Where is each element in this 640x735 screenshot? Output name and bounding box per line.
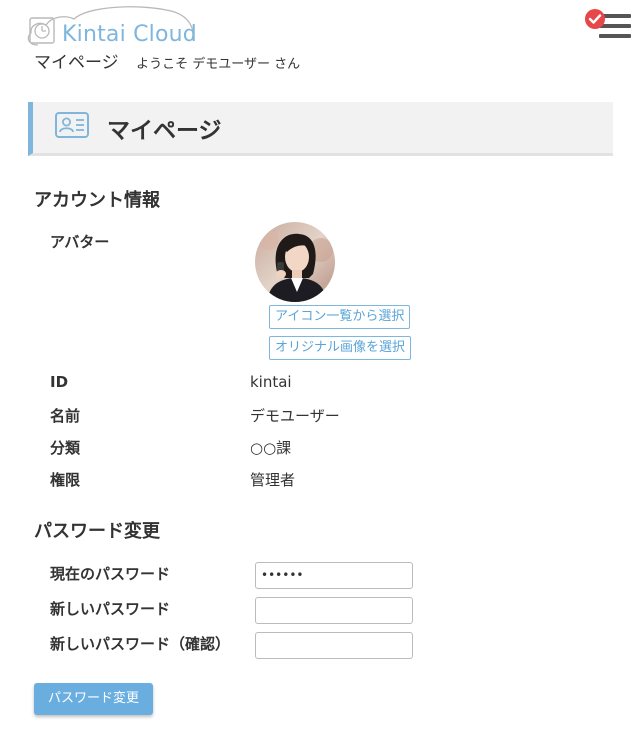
select-original-image-button[interactable]: オリジナル画像を選択 (269, 336, 412, 360)
name-value: デモユーザー (250, 407, 340, 425)
change-password-button[interactable]: パスワード変更 (34, 683, 153, 715)
avatar-label: アバター (50, 233, 110, 251)
id-card-icon (55, 112, 89, 138)
name-label: 名前 (50, 407, 81, 425)
menu-bar (599, 34, 631, 38)
permission-value: 管理者 (250, 471, 296, 489)
breadcrumb-page-name: マイページ (34, 53, 119, 73)
logo-text: Kintai Cloud (62, 22, 197, 47)
permission-label: 権限 (50, 471, 81, 489)
subheader: マイページ ようこそ デモユーザー さん (34, 48, 300, 73)
account-section-title: アカウント情報 (34, 190, 160, 211)
id-value: kintai (250, 373, 292, 391)
check-badge-icon[interactable] (584, 8, 606, 30)
page-title-bar: マイページ (28, 102, 613, 156)
app-logo[interactable]: Kintai Cloud (26, 4, 198, 48)
category-label: 分類 (50, 439, 81, 457)
avatar (255, 222, 335, 302)
current-password-input[interactable]: •••••• (255, 562, 413, 589)
select-icon-button[interactable]: アイコン一覧から選択 (269, 305, 411, 329)
page-title: マイページ (107, 118, 222, 144)
category-value: ○○課 (250, 439, 292, 457)
id-label: ID (50, 373, 69, 391)
new-password-label: 新しいパスワード (50, 600, 171, 618)
current-password-label: 現在のパスワード (50, 565, 171, 583)
new-password-input[interactable] (255, 597, 413, 624)
welcome-message: ようこそ デモユーザー さん (136, 57, 301, 72)
password-section-title: パスワード変更 (34, 521, 160, 542)
confirm-password-input[interactable] (255, 632, 413, 659)
confirm-password-label: 新しいパスワード（確認） (50, 635, 231, 653)
